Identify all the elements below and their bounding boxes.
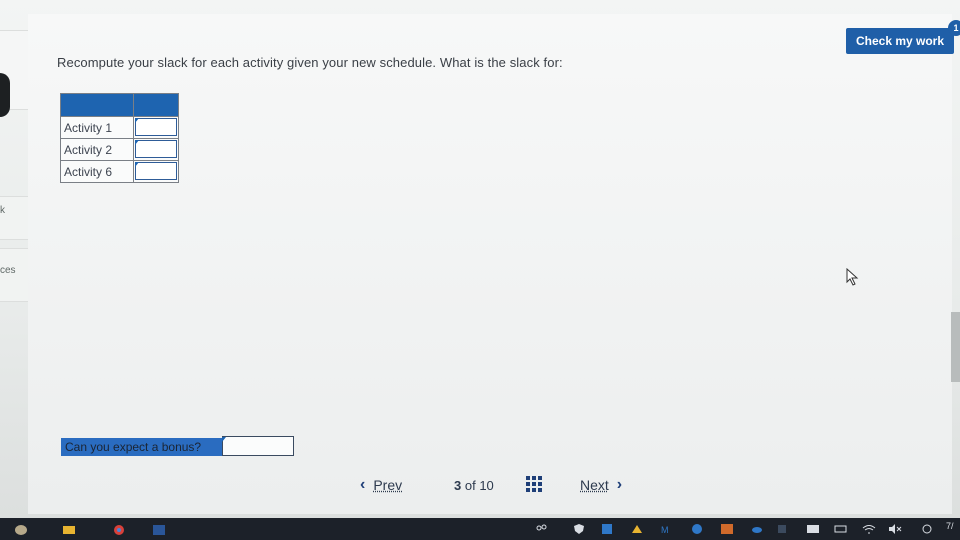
sidebar-tab-k[interactable]: k xyxy=(0,196,28,240)
app-icon[interactable] xyxy=(690,523,704,535)
app-icon[interactable] xyxy=(14,523,28,535)
clock-date-text: 7/ xyxy=(946,521,954,531)
table-row: Activity 1 xyxy=(60,116,179,139)
table-header-cell xyxy=(60,93,134,117)
slack-input-activity-1[interactable] xyxy=(135,118,177,136)
current-page: 3 xyxy=(454,478,462,493)
mouse-cursor-icon xyxy=(846,268,859,286)
check-my-work-button[interactable]: Check my work xyxy=(846,28,954,54)
prev-label: Prev xyxy=(373,477,403,493)
chat-icon[interactable] xyxy=(806,523,820,535)
sidebar-tab-references[interactable]: ces xyxy=(0,248,28,302)
chevron-right-icon: › xyxy=(616,476,623,493)
activity-label: Activity 2 xyxy=(60,138,134,161)
chrome-icon[interactable] xyxy=(112,523,126,535)
volume-muted-icon[interactable] xyxy=(888,523,902,535)
app-icon[interactable] xyxy=(720,523,734,535)
input-flag-icon xyxy=(135,118,139,123)
wifi-icon[interactable] xyxy=(862,523,876,535)
file-explorer-icon[interactable] xyxy=(62,523,76,535)
input-flag-icon xyxy=(135,162,139,167)
bonus-question-label: Can you expect a bonus? xyxy=(61,438,226,456)
chevron-left-icon: ‹ xyxy=(360,476,366,493)
table-row: Activity 2 xyxy=(60,138,179,161)
slack-table: Activity 1 Activity 2 Activity 6 xyxy=(60,93,179,183)
app-icon[interactable] xyxy=(600,523,614,535)
sidebar-item-label: ces xyxy=(0,265,16,276)
battery-icon xyxy=(834,525,847,533)
cloud-icon[interactable] xyxy=(750,523,764,535)
input-flag-icon xyxy=(135,140,139,145)
input-icon[interactable] xyxy=(920,523,934,535)
table-header-cell xyxy=(133,93,179,117)
sidebar-tab-question[interactable] xyxy=(0,30,28,117)
people-icon[interactable] xyxy=(534,523,548,535)
app-icon[interactable] xyxy=(776,523,790,535)
answer-cell xyxy=(133,160,179,183)
scrollbar-thumb[interactable] xyxy=(951,312,960,382)
mail-icon[interactable]: M xyxy=(660,523,674,535)
answer-cell xyxy=(133,138,179,161)
bonus-answer-input[interactable] xyxy=(222,436,294,456)
svg-text:M: M xyxy=(661,525,669,535)
activity-label: Activity 6 xyxy=(60,160,134,183)
page-total: of 10 xyxy=(464,478,494,493)
input-flag-icon xyxy=(222,437,226,442)
check-count-badge: 1 xyxy=(948,20,960,36)
word-icon[interactable] xyxy=(152,523,166,535)
activity-label: Activity 1 xyxy=(60,116,134,139)
answer-cell xyxy=(133,116,179,139)
question-number-marker xyxy=(0,73,10,117)
shield-icon[interactable] xyxy=(572,523,586,535)
next-label: Next xyxy=(580,477,609,493)
next-button[interactable]: Next › xyxy=(580,476,622,494)
question-text: Recompute your slack for each activity g… xyxy=(57,55,563,70)
prev-button[interactable]: ‹ Prev xyxy=(360,476,402,494)
question-grid-icon[interactable] xyxy=(526,476,542,492)
sidebar-item-label: k xyxy=(0,205,5,216)
table-row: Activity 6 xyxy=(60,160,179,183)
slack-input-activity-6[interactable] xyxy=(135,162,177,180)
page-indicator: 3 of 10 xyxy=(454,478,494,493)
slack-input-activity-2[interactable] xyxy=(135,140,177,158)
app-icon[interactable] xyxy=(630,523,644,535)
